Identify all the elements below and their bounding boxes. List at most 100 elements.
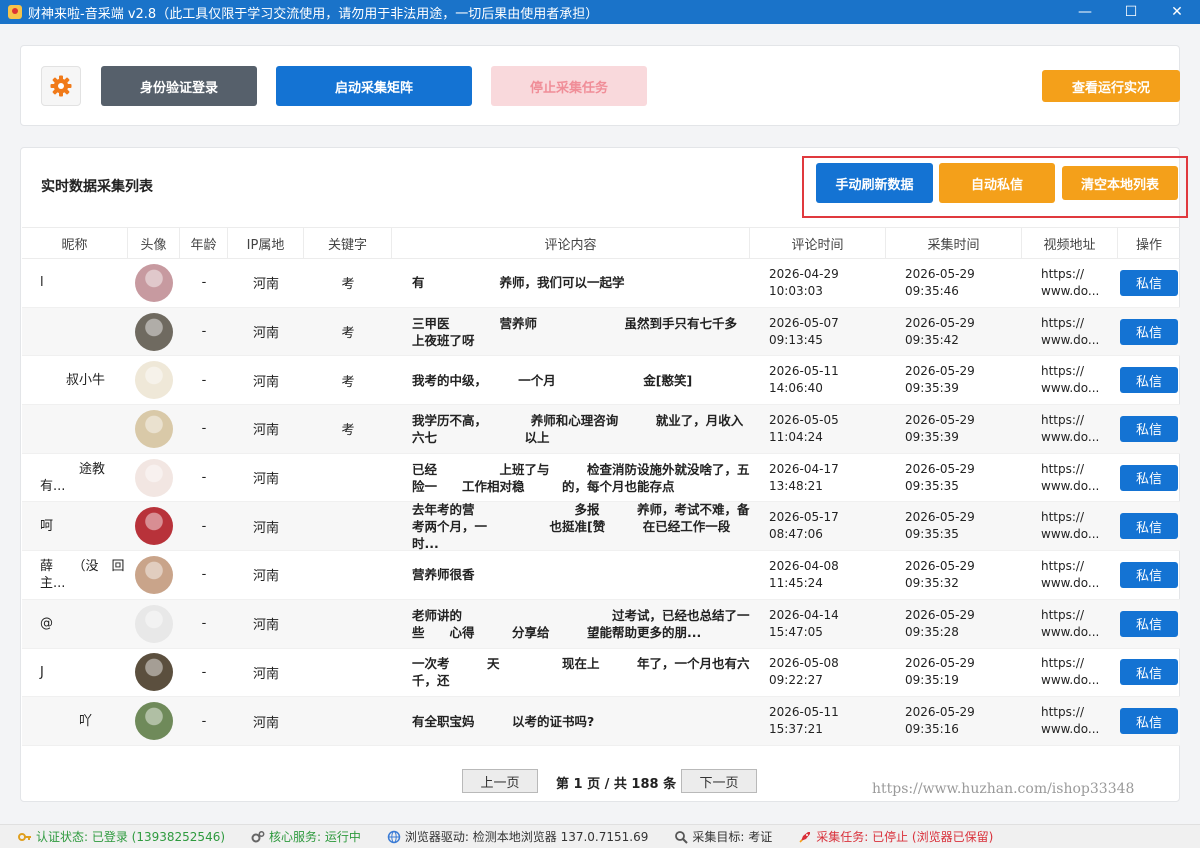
collect-time-cell: 2026-05-29 09:35:46 (905, 266, 975, 298)
col-age[interactable]: 年龄 (180, 228, 228, 258)
private-message-button[interactable]: 私信 (1120, 367, 1178, 394)
data-list-panel: 实时数据采集列表 手动刷新数据 自动私信 清空本地列表 昵称 头像 年龄 IP属… (20, 147, 1188, 802)
avatar[interactable] (135, 312, 173, 351)
age-cell: - (201, 275, 207, 291)
maximize-button[interactable]: ☐ (1108, 0, 1154, 24)
action-cell: 私信 (1118, 697, 1180, 745)
action-cell: 私信 (1118, 454, 1180, 502)
video-url-cell[interactable]: https:// www.do... (1022, 551, 1118, 599)
col-avatar[interactable]: 头像 (128, 228, 180, 258)
video-url-cell[interactable]: https:// www.do... (1022, 649, 1118, 697)
private-message-button[interactable]: 私信 (1120, 610, 1178, 637)
ip-cell: 河南 (252, 715, 279, 731)
col-action[interactable]: 操作 (1118, 228, 1180, 258)
table-row[interactable]: l - 河南 考 有 养师，我们可以一起学 2026-04-29 10:03:03 2026… (22, 259, 1180, 308)
keyword-cell (304, 502, 392, 550)
avatar[interactable] (135, 458, 173, 497)
age-cell: - (201, 518, 207, 534)
status-task: 采集任务: 已停止 (浏览器已保留) (798, 828, 993, 845)
view-run-status-button[interactable]: 查看运行实况 (1042, 70, 1180, 102)
age-cell: - (201, 372, 207, 388)
refresh-data-button[interactable]: 手动刷新数据 (816, 163, 933, 203)
table-row[interactable]: - 河南 考 我学历不高， 养师和心理咨询 就业了，月收入六七 以上 2026-05-0… (22, 405, 1180, 454)
clear-list-button[interactable]: 清空本地列表 (1062, 166, 1178, 200)
private-message-button[interactable]: 私信 (1120, 415, 1178, 442)
video-url-cell[interactable]: https:// www.do... (1022, 405, 1118, 453)
action-cell: 私信 (1118, 356, 1180, 404)
minimize-button[interactable]: — (1062, 0, 1108, 24)
col-collect-time[interactable]: 采集时间 (886, 228, 1022, 258)
avatar-cell (128, 502, 180, 550)
ip-cell: 河南 (252, 618, 279, 634)
nickname-cell: 叔小牛 (40, 372, 106, 388)
private-message-button[interactable]: 私信 (1120, 561, 1178, 588)
avatar[interactable] (135, 409, 173, 448)
avatar[interactable] (135, 653, 173, 692)
col-video-url[interactable]: 视频地址 (1022, 228, 1118, 258)
col-ip[interactable]: IP属地 (228, 228, 304, 258)
avatar[interactable] (135, 263, 173, 302)
app-icon (8, 5, 22, 19)
next-page-button[interactable]: 下一页 (681, 769, 757, 793)
video-url-cell[interactable]: https:// www.do... (1022, 502, 1118, 550)
collect-time-cell: 2026-05-29 09:35:39 (905, 412, 975, 444)
nickname-cell: @ (40, 616, 53, 632)
auto-message-button[interactable]: 自动私信 (939, 163, 1055, 203)
private-message-button[interactable]: 私信 (1120, 708, 1178, 735)
window-title: 财神来啦-音采端 v2.8（此工具仅限于学习交流使用，请勿用于非法用途，一切后果… (28, 6, 599, 22)
table-row[interactable]: - 河南 考 三甲医 营养师 虽然到手只有七千多 上夜班了呀 2026-05-07 09… (22, 307, 1180, 357)
nickname-cell: 途教 有... (40, 461, 128, 494)
comment-cell: 老师讲的 过考试，已经也总结了一些 心得 分享给 望能帮助更多的朋... (412, 607, 750, 640)
avatar[interactable] (135, 361, 173, 400)
nickname-cell: l (40, 275, 44, 291)
table-row[interactable]: 叔小牛 - 河南 考 我考的中级， 一个月 金[憨笑] 2026-05-11 14:06:… (22, 356, 1180, 406)
avatar-cell (128, 454, 180, 502)
video-url-cell[interactable]: https:// www.do... (1022, 697, 1118, 745)
age-cell: - (201, 713, 207, 729)
ip-cell: 河南 (252, 569, 279, 585)
col-comment[interactable]: 评论内容 (392, 228, 750, 258)
avatar[interactable] (135, 555, 173, 594)
table-row[interactable]: @ - 河南 老师讲的 过考试，已经也总结了一些 心得 分享给 望能帮助更多的朋...… (22, 599, 1180, 649)
collect-time-cell: 2026-05-29 09:35:16 (905, 705, 975, 737)
private-message-button[interactable]: 私信 (1120, 659, 1178, 686)
comment-time-cell: 2026-05-07 09:13:45 (769, 315, 839, 347)
private-message-button[interactable]: 私信 (1120, 464, 1178, 491)
settings-button[interactable] (41, 66, 81, 106)
table-row[interactable]: 薛 （没 回 主... - 河南 营养师很香 2026-04-08 11:45:24 20… (22, 551, 1180, 600)
video-url-cell[interactable]: https:// www.do... (1022, 600, 1118, 648)
table-row[interactable]: 途教 有... - 河南 已经 上班了与 检查消防设施外就没啥了，五险一 工作相对稳 … (22, 454, 1180, 503)
keyword-cell: 考 (341, 277, 355, 293)
col-keyword[interactable]: 关键字 (304, 228, 392, 258)
avatar-cell (128, 356, 180, 404)
avatar[interactable] (135, 702, 173, 741)
keyword-cell (304, 454, 392, 502)
close-button[interactable]: ✕ (1154, 0, 1200, 24)
table-row[interactable]: 吖 - 河南 有全职宝妈 以考的证书吗? 2026-05-11 15:37:21 2026… (22, 697, 1180, 746)
video-url-cell[interactable]: https:// www.do... (1022, 308, 1118, 356)
ip-cell: 河南 (252, 326, 279, 342)
comment-cell: 三甲医 营养师 虽然到手只有七千多 上夜班了呀 (412, 315, 750, 348)
table-row[interactable]: 呵 - 河南 去年考的营 多报 养师，考试不难，备考两个月，一 也挺准[赞 在已经工作… (22, 502, 1180, 552)
comment-cell: 营养师很香 (412, 567, 475, 583)
col-nickname[interactable]: 昵称 (22, 228, 128, 258)
avatar[interactable] (135, 507, 173, 546)
video-url-cell[interactable]: https:// www.do... (1022, 259, 1118, 307)
age-cell: - (201, 421, 207, 437)
col-comment-time[interactable]: 评论时间 (750, 228, 886, 258)
private-message-button[interactable]: 私信 (1120, 513, 1178, 540)
age-cell: - (201, 664, 207, 680)
comment-cell: 已经 上班了与 检查消防设施外就没啥了，五险一 工作相对稳 的，每个月也能存点 (412, 461, 750, 494)
stop-collect-button[interactable]: 停止采集任务 (491, 66, 647, 106)
action-cell: 私信 (1118, 308, 1180, 356)
avatar[interactable] (135, 604, 173, 643)
auth-login-button[interactable]: 身份验证登录 (101, 66, 257, 106)
prev-page-button[interactable]: 上一页 (462, 769, 538, 793)
private-message-button[interactable]: 私信 (1120, 269, 1178, 296)
table-row[interactable]: J - 河南 一次考 天 现在上 年了，一个月也有六千，还 2026-05-08 09… (22, 649, 1180, 698)
video-url-cell[interactable]: https:// www.do... (1022, 454, 1118, 502)
video-url-cell[interactable]: https:// www.do... (1022, 356, 1118, 404)
action-cell: 私信 (1118, 502, 1180, 550)
private-message-button[interactable]: 私信 (1120, 318, 1178, 345)
start-collect-button[interactable]: 启动采集矩阵 (276, 66, 472, 106)
